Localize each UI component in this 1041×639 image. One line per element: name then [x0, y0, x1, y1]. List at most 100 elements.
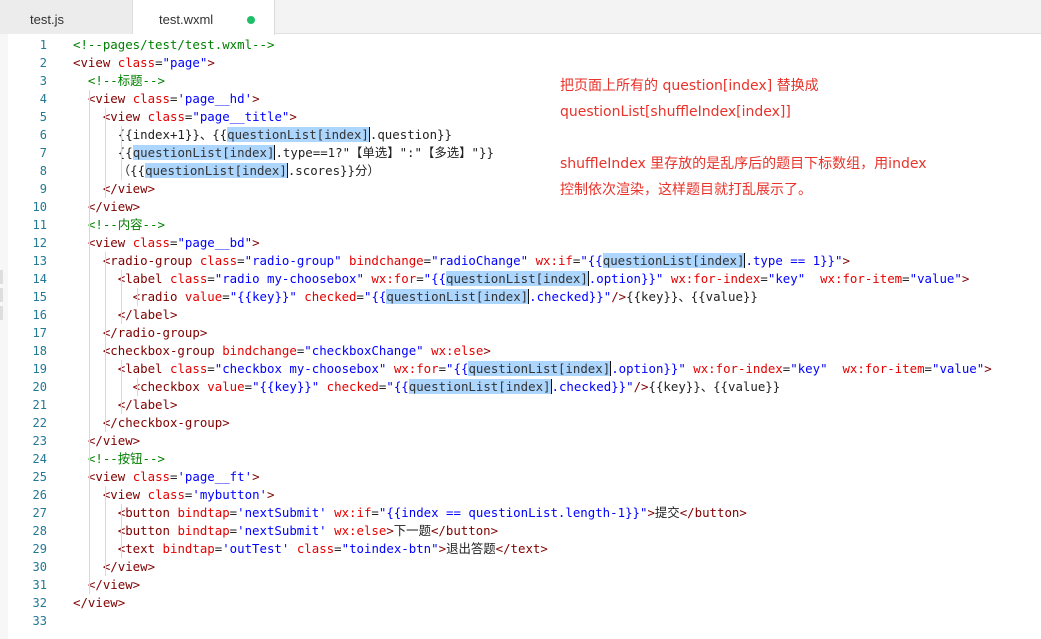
- line-number: 27: [32, 506, 47, 520]
- code-line[interactable]: 2 <view class="page">: [0, 54, 1041, 72]
- code-token: .type == 1}}": [744, 253, 843, 268]
- code-text: <!--内容-->: [73, 216, 165, 234]
- code-line[interactable]: 20 <checkbox value="{{key}}" checked="{{…: [0, 378, 1041, 396]
- line-number: 10: [32, 200, 47, 214]
- code-text: <view class="page__bd">: [73, 234, 260, 252]
- code-text: <checkbox value="{{key}}" checked="{{que…: [73, 378, 780, 396]
- code-token: =: [924, 361, 932, 376]
- line-number: 4: [39, 92, 47, 106]
- line-number: 28: [32, 524, 47, 538]
- code-text: <!--pages/test/test.wxml-->: [73, 36, 274, 54]
- code-line[interactable]: 15 <radio value="{{key}}" checked="{{que…: [0, 288, 1041, 306]
- code-text: {{questionList[index].type==1?"【单选】":"【多…: [73, 144, 494, 162]
- code-line[interactable]: 31 </view>: [0, 576, 1041, 594]
- code-token: "key": [790, 361, 843, 376]
- code-line[interactable]: 1 <!--pages/test/test.wxml-->: [0, 36, 1041, 54]
- tab-test-js[interactable]: test.js: [0, 0, 133, 34]
- code-text: </view>: [73, 198, 140, 216]
- code-token: bindtap: [177, 505, 230, 520]
- code-line[interactable]: 28 <button bindtap='nextSubmit' wx:else>…: [0, 522, 1041, 540]
- code-line[interactable]: 17 </radio-group>: [0, 324, 1041, 342]
- code-line[interactable]: 32 </view>: [0, 594, 1041, 612]
- code-line[interactable]: 5 <view class="page__title">: [0, 108, 1041, 126]
- code-text: </view>: [73, 576, 140, 594]
- code-line[interactable]: 11 <!--内容-->: [0, 216, 1041, 234]
- code-token: <view: [73, 235, 133, 250]
- code-token: {{index+1}}、{{: [73, 127, 228, 142]
- line-number: 5: [39, 110, 47, 124]
- code-token: =: [423, 253, 432, 268]
- code-line[interactable]: 4 <view class='page__hd'>: [0, 90, 1041, 108]
- code-editor[interactable]: 1 <!--pages/test/test.wxml--> 2 <view class…: [0, 34, 1041, 639]
- code-token: class: [147, 109, 185, 124]
- annotation-line: questionList[shuffleIndex[index]]: [560, 104, 791, 120]
- code-token: />: [611, 289, 627, 304]
- code-text: <text bindtap='outTest' class="toindex-b…: [73, 540, 548, 558]
- code-token: >: [386, 523, 394, 538]
- code-line[interactable]: 25 <view class='page__ft'>: [0, 468, 1041, 486]
- code-token: </button>: [430, 523, 499, 538]
- code-text: <checkbox-group bindchange="checkboxChan…: [73, 342, 491, 360]
- code-token: "value": [932, 361, 985, 376]
- code-line[interactable]: 6 {{index+1}}、{{questionList[index].ques…: [0, 126, 1041, 144]
- code-token: </view>: [73, 595, 126, 610]
- code-text: <radio value="{{key}}" checked="{{questi…: [73, 288, 758, 306]
- code-token: >: [984, 361, 992, 376]
- code-token: class: [199, 253, 238, 268]
- code-token: "page": [162, 55, 208, 70]
- code-line[interactable]: 30 </view>: [0, 558, 1041, 576]
- indent-guide: [137, 288, 138, 306]
- unsaved-dot-icon: [247, 16, 255, 24]
- search-highlight: questionList[index]: [446, 271, 588, 286]
- annotation-line: 控制依次渲染，这样题目就打乱展示了。: [560, 182, 812, 198]
- code-line[interactable]: 12 <view class="page__bd">: [0, 234, 1041, 252]
- code-token: 'nextSubmit': [237, 523, 335, 538]
- code-line[interactable]: 29 <text bindtap='outTest' class="toinde…: [0, 540, 1041, 558]
- tab-label: test.wxml: [159, 12, 214, 27]
- line-number: 32: [32, 596, 47, 610]
- code-line[interactable]: 23 </view>: [0, 432, 1041, 450]
- code-line[interactable]: 3 <!--标题-->: [0, 72, 1041, 90]
- line-number: 17: [32, 326, 47, 340]
- code-line[interactable]: 21 </label>: [0, 396, 1041, 414]
- code-token: 'page__ft': [177, 469, 253, 484]
- code-text: </radio-group>: [73, 324, 207, 342]
- code-line[interactable]: 18 <checkbox-group bindchange="checkboxC…: [0, 342, 1041, 360]
- code-token: wx:for-item: [820, 271, 903, 286]
- indent-guide: [89, 90, 90, 594]
- indent-guide: [121, 126, 122, 180]
- code-token: bindtap: [162, 541, 215, 556]
- code-line[interactable]: 13 <radio-group class="radio-group" bind…: [0, 252, 1041, 270]
- code-line[interactable]: 33: [0, 612, 1041, 630]
- code-token: <checkbox: [73, 379, 208, 394]
- code-line[interactable]: 16 </label>: [0, 306, 1041, 324]
- code-line[interactable]: 9 </view>: [0, 180, 1041, 198]
- code-token: wx:for: [393, 361, 439, 376]
- annotation-line: 把页面上所有的 question[index] 替换成: [560, 78, 819, 94]
- code-token: wx:for-index: [670, 271, 761, 286]
- code-token: </view>: [73, 559, 156, 574]
- code-line[interactable]: 10 </view>: [0, 198, 1041, 216]
- code-token: </view>: [73, 433, 141, 448]
- code-token: </checkbox-group>: [73, 415, 230, 430]
- code-token: =: [222, 289, 230, 304]
- code-token: （{{: [73, 163, 146, 178]
- code-line[interactable]: 19 <label class="checkbox my-choosebox" …: [0, 360, 1041, 378]
- line-number: 2: [39, 56, 47, 70]
- code-line[interactable]: 14 <label class="radio my-choosebox" wx:…: [0, 270, 1041, 288]
- code-text: <view class='mybutton'>: [73, 486, 275, 504]
- code-text: {{index+1}}、{{questionList[index].questi…: [73, 126, 452, 144]
- code-line[interactable]: 27 <button bindtap='nextSubmit' wx:if="{…: [0, 504, 1041, 522]
- indent-guide: [121, 504, 122, 558]
- code-token: <view: [73, 91, 133, 106]
- tab-test-wxml[interactable]: test.wxml: [133, 0, 275, 35]
- code-line[interactable]: 24 <!--按钮-->: [0, 450, 1041, 468]
- code-text: </checkbox-group>: [73, 414, 230, 432]
- code-line[interactable]: 26 <view class='mybutton'>: [0, 486, 1041, 504]
- code-line[interactable]: 22 </checkbox-group>: [0, 414, 1041, 432]
- search-highlight: questionList[index]: [227, 127, 369, 142]
- code-token: bindchange: [349, 253, 424, 268]
- line-number: 3: [39, 74, 47, 88]
- code-token: "value": [909, 271, 962, 286]
- line-number: 26: [32, 488, 47, 502]
